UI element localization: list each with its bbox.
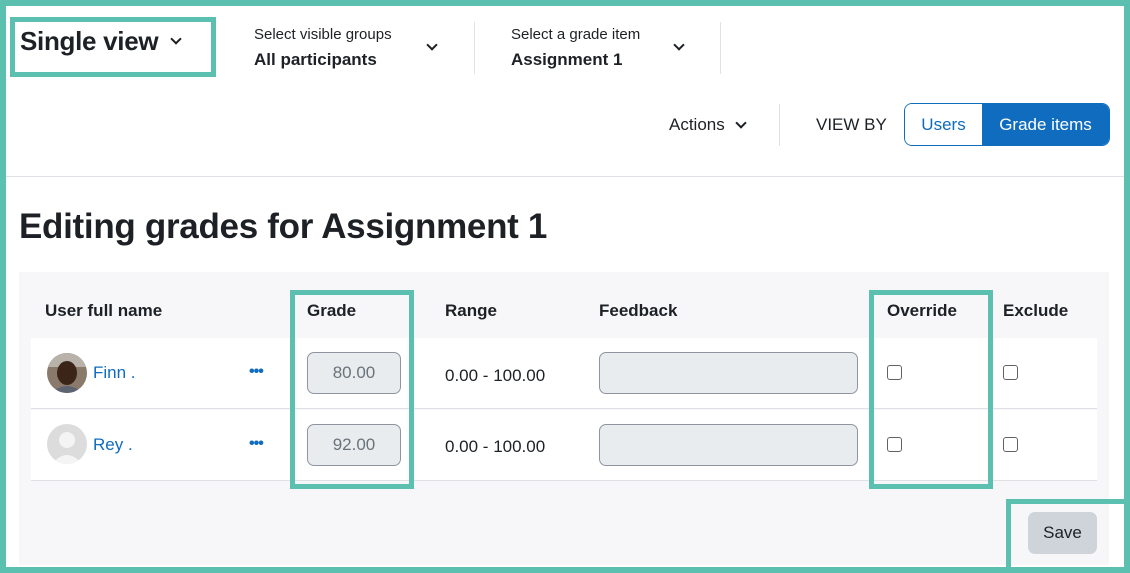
feedback-input[interactable] <box>599 424 858 466</box>
feedback-input[interactable] <box>599 352 858 394</box>
groups-selector-caption: Select visible groups <box>254 26 392 43</box>
more-actions-icon[interactable]: ••• <box>249 435 264 453</box>
column-header-feedback: Feedback <box>599 301 678 320</box>
toolbar-divider <box>474 22 475 74</box>
grade-input[interactable]: 92.00 <box>307 424 401 466</box>
table-row <box>31 338 1097 409</box>
column-header-range: Range <box>445 301 497 320</box>
grade-range: 0.00 - 100.00 <box>445 366 546 385</box>
toolbar-divider <box>779 104 780 146</box>
grade-item-selector[interactable]: Select a grade item Assignment 1 <box>511 26 691 70</box>
more-actions-icon[interactable]: ••• <box>249 363 264 381</box>
grade-input[interactable]: 80.00 <box>307 352 401 394</box>
grade-item-selector-caption: Select a grade item <box>511 26 641 43</box>
view-by-users-button[interactable]: Users <box>905 104 982 145</box>
save-button[interactable]: Save <box>1028 512 1097 554</box>
override-checkbox[interactable] <box>887 365 902 380</box>
view-by-grade-items-button[interactable]: Grade items <box>982 104 1109 145</box>
grade-item-selector-value: Assignment 1 <box>511 50 623 69</box>
header-divider <box>6 176 1124 177</box>
column-header-grade: Grade <box>307 301 357 320</box>
exclude-checkbox[interactable] <box>1003 365 1018 380</box>
user-avatar <box>47 424 87 464</box>
chevron-down-icon <box>170 33 182 45</box>
groups-selector[interactable]: Select visible groups All participants <box>254 26 444 70</box>
groups-selector-value: All participants <box>254 50 377 69</box>
table-row <box>31 410 1097 481</box>
toolbar-divider <box>720 22 721 74</box>
chevron-down-icon <box>735 116 747 129</box>
column-header-exclude: Exclude <box>1003 301 1069 320</box>
report-view-selector[interactable]: Single view <box>20 26 182 57</box>
user-name-link[interactable]: Rey . <box>93 435 133 455</box>
actions-menu[interactable]: Actions <box>669 115 747 135</box>
actions-label: Actions <box>669 115 725 134</box>
override-checkbox[interactable] <box>887 437 902 452</box>
page-title: Editing grades for Assignment 1 <box>19 207 548 246</box>
view-by-toggle: Users Grade items <box>904 103 1110 146</box>
report-view-label: Single view <box>20 26 159 56</box>
column-header-override: Override <box>887 301 957 320</box>
grade-range: 0.00 - 100.00 <box>445 437 546 456</box>
view-by-label: VIEW BY <box>816 115 887 134</box>
column-header-user: User full name <box>45 301 163 320</box>
exclude-checkbox[interactable] <box>1003 437 1018 452</box>
user-name-link[interactable]: Finn . <box>93 363 136 383</box>
user-avatar <box>47 353 87 393</box>
